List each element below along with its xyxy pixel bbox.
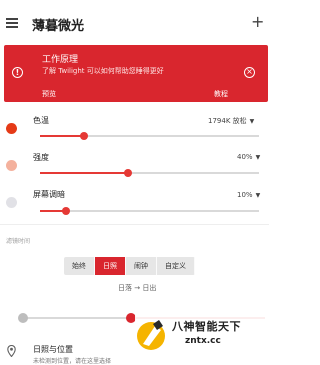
color-temp-slider-fill [40,135,84,137]
chevron-down-icon: ▼ [249,118,255,125]
color-temp-label: 色温 [33,116,49,125]
intensity-select[interactable]: 40% ▼ [237,153,260,161]
app-title: 薄暮微光 [32,19,85,34]
info-icon: ! [12,67,23,78]
how-it-works-card: ! 工作原理 了解 Twilight 可以如何帮助您睡得更好 预览 教程 × [4,45,268,102]
app-bar: 薄暮微光 + [0,0,269,48]
tutorial-button[interactable]: 教程 [214,89,228,99]
color-temp-slider-thumb[interactable] [79,132,88,140]
chevron-down-icon: ▼ [255,192,261,199]
preview-button[interactable]: 预览 [42,89,56,99]
color-temp-select[interactable]: 1794K 放松 ▼ [208,116,254,126]
filter-time-label: 滤镜时间 [6,238,31,245]
watermark-url: zntx.cc [185,336,221,346]
location-title: 日照与位置 [33,345,73,354]
dim-select[interactable]: 10% ▼ [237,191,260,199]
intensity-label: 强度 [33,153,49,162]
location-pin-icon [7,345,16,357]
card-title: 工作原理 [42,55,79,65]
schedule-option-always[interactable]: 始终 [64,257,95,275]
chevron-down-icon: ▼ [255,154,261,161]
intensity-slider-fill [40,172,128,174]
intensity-value: 40% [237,153,253,161]
intensity-slider-thumb[interactable] [123,169,132,177]
card-subtitle: 了解 Twilight 可以如何帮助您睡得更好 [42,67,164,75]
divider [0,224,269,225]
add-icon[interactable]: + [251,14,264,30]
schedule-option-alarm[interactable]: 闹钟 [126,257,157,275]
color-temp-slider[interactable] [40,132,259,140]
location-subtitle[interactable]: 未检测到位置，请在这里选择 [33,356,111,365]
dim-dot [6,197,17,208]
dim-slider[interactable] [40,207,259,215]
menu-icon[interactable] [6,18,18,28]
sun-schedule-text: 日落 → 日出 [118,284,157,292]
color-temp-value: 1794K 放松 [208,117,247,125]
intensity-slider[interactable] [40,169,259,177]
dim-slider-thumb[interactable] [62,207,71,215]
dim-value: 10% [237,191,253,199]
schedule-selector: 始终 日照 闹钟 自定义 [64,257,195,275]
watermark-text: 八神智能天下 [172,320,241,333]
close-icon[interactable]: × [244,67,255,78]
color-temp-dot [6,123,17,134]
range-start-thumb[interactable] [18,313,28,323]
intensity-dot [6,160,17,171]
schedule-option-custom[interactable]: 自定义 [157,257,195,275]
schedule-option-sun[interactable]: 日照 [95,257,126,275]
dim-label: 屏幕调暗 [33,190,65,199]
